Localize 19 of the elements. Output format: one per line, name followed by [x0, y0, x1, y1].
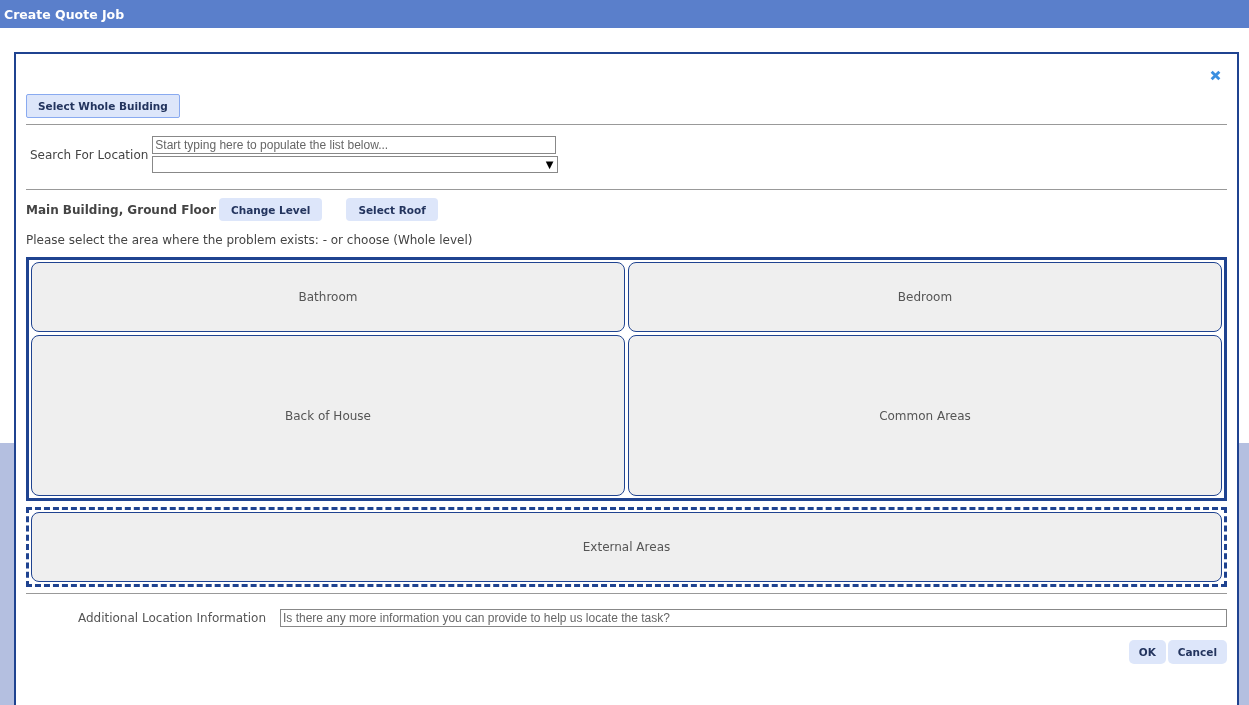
location-button[interactable]: Select Roof [346, 198, 438, 221]
instruction-text: Please select the area where the problem exists: - or choose (Whole level) [26, 233, 474, 247]
area-button[interactable]: External Areas [31, 512, 1222, 582]
additional-info-label: Additional Location Information [76, 611, 266, 625]
location-button[interactable]: Change Level [218, 198, 323, 221]
dialog-button[interactable]: Cancel [1167, 640, 1227, 664]
location-title: Main Building, Ground Floor [26, 202, 216, 217]
area-button[interactable]: Bedroom [628, 262, 1222, 332]
select-whole-building-button[interactable]: Select Whole Building [26, 94, 180, 118]
additional-info-field[interactable]: Is there any more information you can provide to help us locate the task? [280, 609, 1227, 627]
search-label: Search For Location [30, 147, 149, 162]
location-dropdown[interactable]: ▼ [152, 156, 559, 173]
area-button[interactable]: Back of House [31, 335, 625, 496]
close-icon[interactable] [1210, 69, 1221, 81]
dialog-button[interactable]: OK [1128, 640, 1166, 664]
search-field[interactable]: Start typing here to populate the list below... [152, 136, 557, 154]
area-button[interactable]: Bathroom [31, 262, 625, 332]
window-title: Create Quote Job [4, 6, 125, 22]
area-button[interactable]: Common Areas [628, 335, 1222, 496]
